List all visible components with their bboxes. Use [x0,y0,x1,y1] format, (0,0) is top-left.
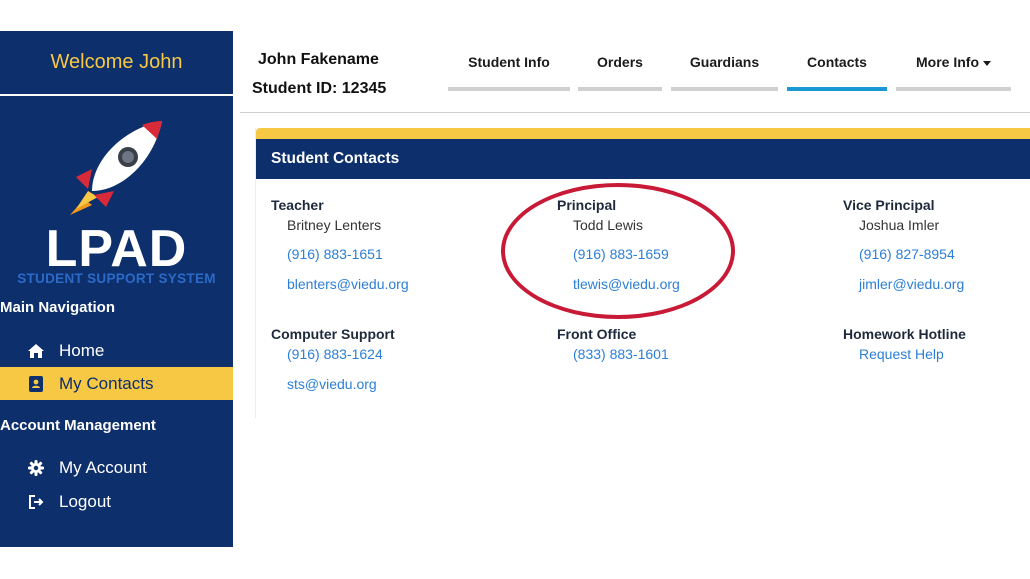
tab-label: Guardians [689,54,760,70]
sidebar-item-my-account[interactable]: My Account [0,451,233,484]
tab-label: More Info [896,54,1011,70]
contact-name: Todd Lewis [573,217,644,233]
welcome-text: Welcome John [0,31,233,96]
section-label: Account Management [0,417,156,434]
card-title: Student Contacts [256,139,1030,179]
contact-phone[interactable]: (916) 883-1651 [287,246,409,262]
request-help-link[interactable]: Request Help [859,346,966,362]
sidebar-item-logout[interactable]: Logout [0,485,233,518]
contact-role: Computer Support [271,326,395,342]
logo-wordmark: LPAD [45,220,188,278]
contact-email[interactable]: sts@viedu.org [287,376,395,392]
section-label: Main Navigation [0,299,116,316]
contact-role: Principal [557,197,617,213]
section-account-management: Account Management [0,417,233,434]
contact-teacher: Teacher Britney Lenters (916) 883-1651 b… [271,197,409,292]
contact-email[interactable]: jimler@viedu.org [859,276,964,292]
sidebar-item-label: Home [59,340,105,360]
sidebar-item-label: Logout [59,491,111,511]
contact-role: Front Office [557,326,637,342]
tab-underline [448,87,570,91]
caret-down-icon [983,60,991,66]
home-icon [27,342,45,360]
card-accent [256,128,1030,139]
contact-phone[interactable]: (833) 883-1601 [573,346,669,362]
contact-name: Britney Lenters [287,217,382,233]
rocket-icon [70,121,162,215]
contact-principal: Principal Todd Lewis (916) 883-1659 tlew… [557,197,680,292]
student-header: John Fakename Student ID: 12345 [240,31,430,111]
gear-icon [27,459,45,477]
tab-underline [578,87,662,91]
contact-vice-principal: Vice Principal Joshua Imler (916) 827-89… [843,197,964,292]
sidebar-item-home[interactable]: Home [0,334,233,367]
tab-contacts[interactable]: Contacts [787,46,887,91]
tab-underline [671,87,778,91]
contact-role: Vice Principal [843,197,935,213]
contact-role: Homework Hotline [843,326,966,342]
contact-front-office: Front Office (833) 883-1601 [557,326,669,362]
contact-role: Teacher [271,197,324,213]
student-id: Student ID: 12345 [252,80,387,97]
tab-label-text: More Info [916,54,979,70]
tab-label: Student Info [468,54,550,70]
sidebar-item-label: My Contacts [59,373,154,393]
contact-computer-support: Computer Support (916) 883-1624 sts@vied… [271,326,395,392]
lpad-logo: LPAD STUDENT SUPPORT SYSTEM [0,111,233,291]
contact-card-icon [27,375,45,393]
tab-orders[interactable]: Orders [578,46,662,91]
sidebar-item-my-contacts[interactable]: My Contacts [0,367,233,400]
contact-phone[interactable]: (916) 883-1624 [287,346,395,362]
contact-homework-hotline: Homework Hotline Request Help [843,326,966,362]
contact-name: Joshua Imler [859,217,940,233]
tab-label: Orders [597,54,643,70]
contact-phone[interactable]: (916) 827-8954 [859,246,964,262]
student-contacts-card: Student Contacts Teacher Britney Lenters… [255,128,1030,418]
tab-guardians[interactable]: Guardians [671,46,778,91]
contact-email[interactable]: blenters@viedu.org [287,276,409,292]
sidebar-item-label: My Account [59,457,147,477]
tab-more-info[interactable]: More Info [896,46,1011,91]
tab-label: Contacts [807,54,867,70]
logo-tagline: STUDENT SUPPORT SYSTEM [17,271,216,286]
section-main-navigation: Main Navigation [0,299,233,316]
student-name: John Fakename [258,51,379,68]
tab-underline [896,87,1011,91]
sidebar: Welcome John LPAD STUDENT SUPPORT SYSTEM… [0,31,233,547]
contact-phone[interactable]: (916) 883-1659 [573,246,680,262]
logout-icon [27,493,45,511]
header-divider [240,112,1030,113]
contact-email[interactable]: tlewis@viedu.org [573,276,680,292]
tab-student-info[interactable]: Student Info [448,46,570,91]
tab-underline [787,87,887,91]
